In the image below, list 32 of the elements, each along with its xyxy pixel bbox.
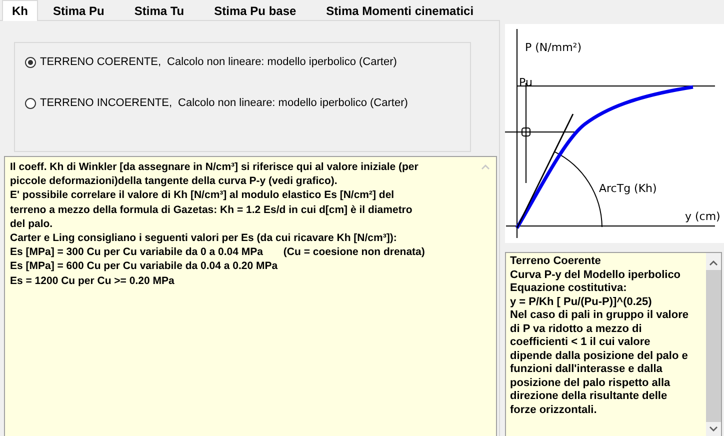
scroll-down-icon[interactable] xyxy=(709,426,718,432)
option-detail: Calcolo non lineare: modello iperbolico (Carter) xyxy=(167,56,397,68)
option-label: TERRENO COERENTE, xyxy=(40,56,162,68)
text-line: del palo. xyxy=(10,216,54,232)
radio-option[interactable]: TERRENO INCOERENTE, Calcolo non lineare: modello iperbolico (Carter) xyxy=(25,97,470,109)
text-line: Es [MPa] = 600 Cu per Cu variabile da 0.04 a 0.20 MPa xyxy=(10,259,279,274)
radio-button[interactable] xyxy=(25,56,36,68)
scroll-up-icon[interactable] xyxy=(709,260,718,266)
axis-label: P (N/mm²) xyxy=(525,41,582,54)
text-line: E' possibile correlare il valore di Kh [N/cm³] al modulo elastico Es [N/cm²] del xyxy=(10,188,396,203)
text-line: Carter e Ling consigliano i seguenti valori per Es (da cui ricavare Kh [N/cm³]): xyxy=(10,231,398,246)
radio-option[interactable]: TERRENO COERENTE, Calcolo non lineare: modello iperbolico (Carter) xyxy=(25,56,470,68)
tab[interactable]: Kh xyxy=(2,0,38,21)
axis-label: y (cm) xyxy=(685,210,720,223)
text-line: Equazione costitutiva: xyxy=(510,282,628,296)
text-line: Es [MPa] = 300 Cu per Cu variabile da 0 a 0.04 MPa (Cu = coesione non drenata) xyxy=(10,245,426,260)
radio-button[interactable] xyxy=(25,98,36,108)
angle-label: ArcTg (Kh) xyxy=(599,182,657,195)
notes-text-area[interactable] xyxy=(505,252,722,436)
text-line: Es = 1200 Cu per Cu >= 0.20 MPa xyxy=(10,274,176,288)
scrollbar[interactable] xyxy=(706,253,721,436)
text-line: Il coeff. Kh di Winkler [da assegnare in N/cm³] si riferisce qui al valore iniziale (per xyxy=(10,160,420,174)
text-line: Terreno Coerente xyxy=(510,255,602,268)
description-text-area[interactable] xyxy=(4,156,497,436)
text-line: Nel caso di pali in gruppo il valore di P va ridotto a mezzo di coefficienti < 1 il cui valore dipende dalla posizione del palo e funzioni dall'interasse e dalla posizione del palo rispetto alla direzione della risultante delle forze orizzontali. xyxy=(510,309,690,417)
option-detail: Calcolo non lineare: modello iperbolico (Carter) xyxy=(178,97,408,109)
scrollbar-thumb[interactable] xyxy=(706,270,721,422)
text-line: Curva P-y del Modello iperbolico xyxy=(510,268,682,282)
text-line: y = P/Kh [ Pu/(Pu-P)]^(0.25) xyxy=(510,296,653,309)
text-line: piccole deformazioni)della tangente della curva P-y (vedi grafico). xyxy=(10,174,338,188)
option-label: TERRENO INCOERENTE, xyxy=(40,97,172,109)
text-line: terreno a mezzo della formula di Gazetas: Kh = 1.2 Es/d in cui d[cm] è il diametro xyxy=(10,202,414,217)
